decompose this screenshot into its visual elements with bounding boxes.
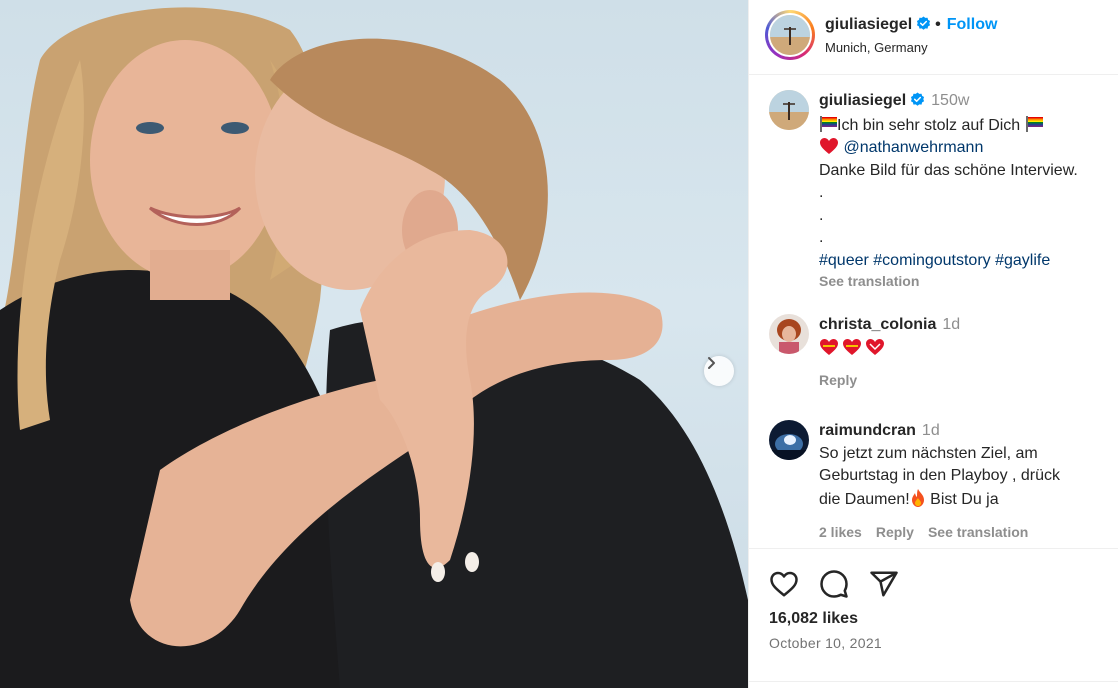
comment: raimundcran 1d So jetzt zum nächsten Ziel… (769, 420, 1109, 545)
comment-likes[interactable]: 2 likes (819, 524, 862, 540)
post-photo (0, 0, 748, 688)
follow-button[interactable]: Follow (947, 16, 998, 33)
comment-meta: Reply (819, 369, 1118, 392)
caption-header: giuliasiegel 150w (819, 90, 1118, 115)
avatar[interactable] (769, 420, 809, 460)
separator-dot: • (935, 16, 941, 33)
caption-username[interactable]: giuliasiegel (819, 92, 906, 109)
comments-list[interactable]: giuliasiegel 150w Ich bin sehr stolz auf … (749, 76, 1118, 546)
comment-text: Bist Du ja (925, 490, 999, 508)
comment-text-line: Geburtstag in den Playboy , drück (819, 467, 1061, 484)
reply-button[interactable]: Reply (876, 524, 914, 540)
caption-line-3: Danke Bild für das schöne Interview. (819, 161, 1078, 179)
comment-header: raimundcran 1d (819, 420, 1118, 443)
comment-header: christa_colonia 1d (819, 314, 1118, 337)
header-username[interactable]: giuliasiegel (825, 16, 912, 33)
divider (749, 681, 1118, 682)
see-translation-button[interactable]: See translation (819, 273, 919, 289)
next-photo-button[interactable] (704, 356, 734, 386)
reply-button[interactable]: Reply (819, 372, 857, 388)
caption-text-1: Ich bin sehr stolz auf Dich (837, 116, 1021, 134)
paper-plane-icon[interactable] (869, 569, 899, 599)
likes-count[interactable]: 16,082 likes (769, 610, 858, 628)
mention-link[interactable]: @nathanwehrmann (843, 139, 983, 156)
comment-bubble-icon[interactable] (819, 569, 849, 599)
caption-line-2: @nathanwehrmann (819, 137, 1118, 160)
comment-username[interactable]: christa_colonia (819, 316, 936, 333)
caption-see-translation: See translation (819, 272, 1118, 290)
post-header: giuliasiegel • Follow Munich, Germany (749, 0, 1118, 75)
rainbow-flag-icon (819, 115, 837, 132)
caption-time[interactable]: 150w (931, 92, 969, 109)
header-user-line: giuliasiegel • Follow (825, 16, 997, 36)
comment-time[interactable]: 1d (942, 316, 960, 333)
avatar[interactable] (769, 90, 809, 130)
post-date[interactable]: October 10, 2021 (769, 635, 882, 651)
avatar[interactable] (769, 314, 809, 354)
caption-dot: . (819, 229, 824, 246)
comment-text-line: So jetzt zum nächsten Ziel, am (819, 444, 1038, 462)
post-actions: 16,082 likes October 10, 2021 (749, 548, 1118, 688)
comment: christa_colonia 1d Reply (769, 314, 1109, 394)
heart-emojis-icon (820, 338, 884, 355)
story-avatar-ring[interactable] (765, 10, 815, 60)
location-link[interactable]: Munich, Germany (825, 40, 928, 55)
fire-icon (911, 488, 924, 507)
rainbow-flag-icon (1025, 115, 1043, 132)
heart-outline-icon[interactable] (769, 569, 799, 599)
post-sidebar: giuliasiegel • Follow Munich, Germany giul… (748, 0, 1118, 688)
red-heart-icon (820, 138, 838, 154)
comment-text: die Daumen! (819, 490, 910, 508)
see-translation-button[interactable]: See translation (928, 524, 1028, 540)
comment-meta: 2 likes Reply See translation (819, 521, 1118, 544)
caption-dot: . (819, 184, 824, 201)
comment-emojis (819, 337, 1118, 361)
caption-dot: . (819, 206, 824, 224)
caption-hashtags[interactable]: #queer #comingoutstory #gaylife (819, 250, 1118, 273)
verified-badge-icon (916, 16, 931, 36)
photo-illustration (0, 7, 748, 688)
comment-text-line-3: die Daumen! Bist Du ja (819, 488, 1118, 512)
comment-username[interactable]: raimundcran (819, 422, 916, 439)
avatar (770, 15, 810, 55)
caption: giuliasiegel 150w Ich bin sehr stolz auf … (769, 90, 1109, 290)
caption-line-1: Ich bin sehr stolz auf Dich (819, 115, 1118, 138)
comment-time[interactable]: 1d (922, 422, 940, 439)
chevron-right-icon (708, 357, 715, 369)
verified-badge-icon (910, 92, 925, 115)
